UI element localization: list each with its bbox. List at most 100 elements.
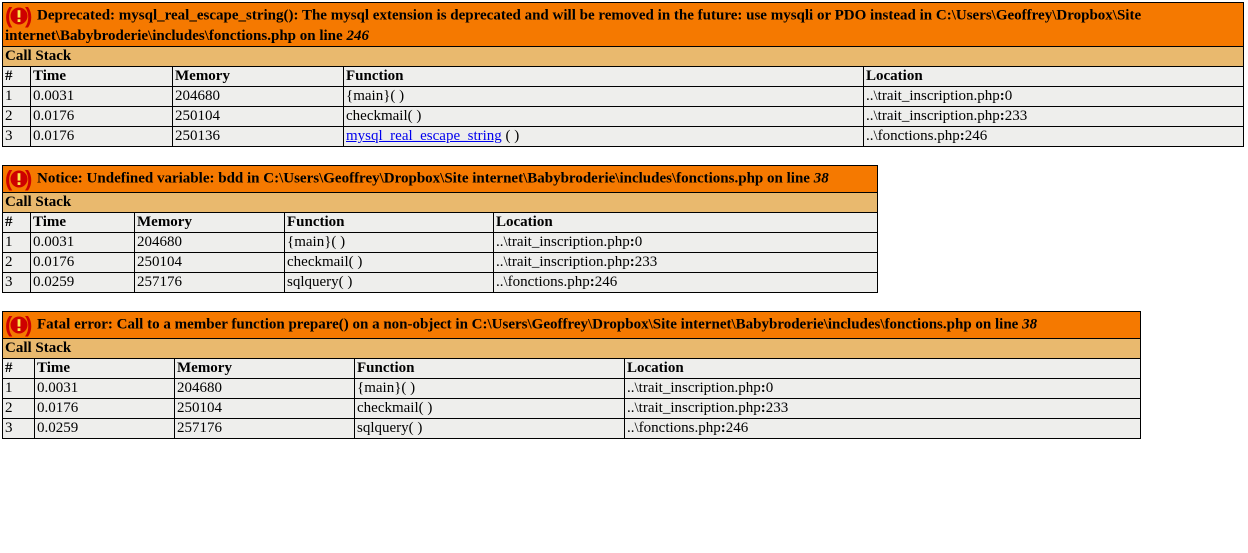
cell-num: 2 bbox=[3, 107, 31, 127]
cell-memory: 257176 bbox=[135, 273, 285, 293]
cell-num: 1 bbox=[3, 379, 35, 399]
loc-line: 246 bbox=[965, 128, 988, 144]
error-header: ( ) Notice: Undefined variable: bdd in C… bbox=[3, 166, 878, 193]
cell-time: 0.0031 bbox=[31, 233, 135, 253]
col-function: Function bbox=[344, 67, 864, 87]
cell-function: {main}( ) bbox=[344, 87, 864, 107]
col-num: # bbox=[3, 359, 35, 379]
table-row: 30.0259257176sqlquery( )..\fonctions.php… bbox=[3, 273, 878, 293]
cell-time: 0.0176 bbox=[31, 253, 135, 273]
cell-function: checkmail( ) bbox=[285, 253, 494, 273]
col-location: Location bbox=[494, 213, 878, 233]
loc-line: 246 bbox=[726, 420, 749, 436]
cell-location: ..\fonctions.php:246 bbox=[864, 127, 1244, 147]
xdebug-table: ( ) Fatal error: Call to a member functi… bbox=[2, 311, 1141, 439]
cell-location: ..\trait_inscription.php:0 bbox=[864, 87, 1244, 107]
loc-file: ..\trait_inscription.php bbox=[627, 400, 761, 416]
loc-file: ..\trait_inscription.php bbox=[866, 88, 1000, 104]
call-stack-label: Call Stack bbox=[3, 47, 1244, 67]
error-line-number: 38 bbox=[814, 170, 829, 186]
error-message-prefix: Deprecated: mysql_real_escape_string(): … bbox=[5, 7, 1141, 44]
loc-line: 0 bbox=[766, 380, 774, 396]
loc-line: 0 bbox=[635, 234, 643, 250]
cell-location: ..\trait_inscription.php:0 bbox=[625, 379, 1141, 399]
cell-function: mysql_real_escape_string ( ) bbox=[344, 127, 864, 147]
svg-text:): ) bbox=[25, 4, 32, 28]
loc-file: ..\trait_inscription.php bbox=[627, 380, 761, 396]
table-row: 30.0176250136mysql_real_escape_string ( … bbox=[3, 127, 1244, 147]
cell-location: ..\fonctions.php:246 bbox=[625, 419, 1141, 439]
cell-function: {main}( ) bbox=[285, 233, 494, 253]
col-num: # bbox=[3, 213, 31, 233]
col-memory: Memory bbox=[135, 213, 285, 233]
cell-function: checkmail( ) bbox=[344, 107, 864, 127]
cell-num: 2 bbox=[3, 253, 31, 273]
col-time: Time bbox=[31, 67, 173, 87]
cell-num: 1 bbox=[3, 87, 31, 107]
error-header: ( ) Deprecated: mysql_real_escape_string… bbox=[3, 3, 1244, 47]
loc-line: 246 bbox=[595, 274, 618, 290]
table-row: 30.0259257176sqlquery( )..\fonctions.php… bbox=[3, 419, 1141, 439]
table-row: 20.0176250104checkmail( )..\trait_inscri… bbox=[3, 253, 878, 273]
error-line-number: 38 bbox=[1022, 316, 1037, 332]
cell-location: ..\trait_inscription.php:0 bbox=[494, 233, 878, 253]
table-row: 10.0031204680{main}( )..\trait_inscripti… bbox=[3, 379, 1141, 399]
cell-time: 0.0031 bbox=[35, 379, 175, 399]
col-time: Time bbox=[35, 359, 175, 379]
loc-file: ..\trait_inscription.php bbox=[496, 234, 630, 250]
loc-file: ..\trait_inscription.php bbox=[866, 108, 1000, 124]
col-time: Time bbox=[31, 213, 135, 233]
cell-memory: 250136 bbox=[173, 127, 344, 147]
cell-memory: 250104 bbox=[135, 253, 285, 273]
call-stack-label: Call Stack bbox=[3, 339, 1141, 359]
cell-memory: 204680 bbox=[173, 87, 344, 107]
cell-memory: 204680 bbox=[175, 379, 355, 399]
col-memory: Memory bbox=[173, 67, 344, 87]
cell-location: ..\trait_inscription.php:233 bbox=[494, 253, 878, 273]
svg-text:): ) bbox=[25, 313, 32, 337]
loc-line: 233 bbox=[766, 400, 789, 416]
cell-function: checkmail( ) bbox=[355, 399, 625, 419]
svg-text:): ) bbox=[25, 167, 32, 191]
xdebug-table: ( ) Notice: Undefined variable: bdd in C… bbox=[2, 165, 878, 293]
col-location: Location bbox=[864, 67, 1244, 87]
function-link[interactable]: mysql_real_escape_string bbox=[346, 128, 502, 144]
loc-file: ..\fonctions.php bbox=[627, 420, 721, 436]
loc-file: ..\fonctions.php bbox=[866, 128, 960, 144]
table-row: 10.0031204680{main}( )..\trait_inscripti… bbox=[3, 233, 878, 253]
cell-location: ..\trait_inscription.php:233 bbox=[864, 107, 1244, 127]
cell-time: 0.0031 bbox=[31, 87, 173, 107]
cell-num: 2 bbox=[3, 399, 35, 419]
cell-memory: 204680 bbox=[135, 233, 285, 253]
loc-line: 233 bbox=[1005, 108, 1028, 124]
col-num: # bbox=[3, 67, 31, 87]
error-block: ( ) Notice: Undefined variable: bdd in C… bbox=[2, 165, 1246, 293]
loc-line: 0 bbox=[1005, 88, 1013, 104]
cell-memory: 257176 bbox=[175, 419, 355, 439]
cell-num: 3 bbox=[3, 273, 31, 293]
loc-line: 233 bbox=[635, 254, 658, 270]
cell-time: 0.0259 bbox=[31, 273, 135, 293]
table-row: 20.0176250104checkmail( )..\trait_inscri… bbox=[3, 399, 1141, 419]
function-rest: ( ) bbox=[502, 128, 520, 144]
loc-file: ..\trait_inscription.php bbox=[496, 254, 630, 270]
error-message-prefix: Notice: Undefined variable: bdd in C:\Us… bbox=[37, 170, 814, 186]
warning-icon: ( ) bbox=[5, 167, 33, 191]
col-function: Function bbox=[355, 359, 625, 379]
cell-time: 0.0176 bbox=[35, 399, 175, 419]
cell-function: sqlquery( ) bbox=[355, 419, 625, 439]
cell-location: ..\trait_inscription.php:233 bbox=[625, 399, 1141, 419]
cell-memory: 250104 bbox=[173, 107, 344, 127]
error-header: ( ) Fatal error: Call to a member functi… bbox=[3, 312, 1141, 339]
cell-time: 0.0176 bbox=[31, 127, 173, 147]
cell-num: 1 bbox=[3, 233, 31, 253]
call-stack-label: Call Stack bbox=[3, 193, 878, 213]
cell-location: ..\fonctions.php:246 bbox=[494, 273, 878, 293]
cell-num: 3 bbox=[3, 419, 35, 439]
error-message-prefix: Fatal error: Call to a member function p… bbox=[37, 316, 1022, 332]
cell-time: 0.0176 bbox=[31, 107, 173, 127]
cell-time: 0.0259 bbox=[35, 419, 175, 439]
cell-num: 3 bbox=[3, 127, 31, 147]
cell-function: {main}( ) bbox=[355, 379, 625, 399]
table-row: 10.0031204680{main}( )..\trait_inscripti… bbox=[3, 87, 1244, 107]
